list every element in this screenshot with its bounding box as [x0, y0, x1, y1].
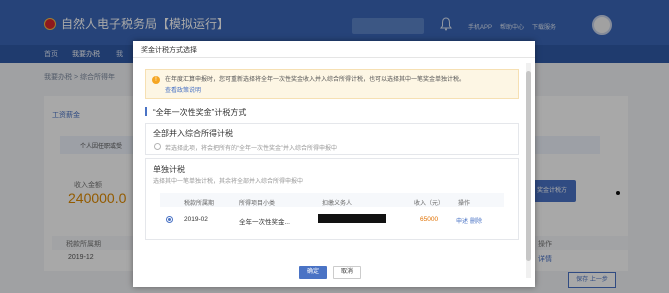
option-combined-radio[interactable]	[154, 143, 161, 150]
option-combined[interactable]: 全部并入综合所得计税 若选择此项，将会把所有的“全年一次性奖金”并入综合所得申报…	[145, 123, 519, 155]
row-apply-link[interactable]: 申述	[456, 216, 468, 225]
row-delete-link[interactable]: 删除	[470, 216, 482, 225]
bonus-tax-method-dialog: 奖金计税方式选择 ! 在年度汇算申报时，您可重新选择将全年一次性奖金收入并入综合…	[133, 41, 535, 287]
dialog-scrollbar-thumb[interactable]	[526, 71, 531, 261]
row-category: 全年一次性奖金...	[239, 219, 290, 226]
dialog-title: 奖金计税方式选择	[141, 47, 197, 54]
ok-button[interactable]: 确定	[299, 266, 327, 279]
col-withholder: 扣缴义务人	[322, 201, 353, 207]
section-marker	[145, 107, 147, 116]
col-income: 收入（元）	[414, 201, 445, 207]
section-title: “全年一次性奖金”计税方式	[153, 108, 247, 117]
redacted-withholder	[318, 214, 386, 223]
warning-icon: !	[152, 76, 160, 84]
cancel-button[interactable]: 取消	[333, 266, 361, 279]
option-separate[interactable]: 单独计税 选择其中一笔单独计税，其余将全部并入综合所得申报中 税款所属期 所得项…	[145, 158, 519, 240]
policy-link[interactable]: 查看政策说明	[165, 85, 201, 94]
dialog-notice-text: 在年度汇算申报时，您可重新选择将全年一次性奖金收入并入综合所得计税，也可以选择其…	[165, 77, 466, 83]
col-action: 操作	[458, 201, 471, 207]
option-separate-title: 单独计税	[153, 165, 185, 174]
option-combined-desc: 若选择此项，将会把所有的“全年一次性奖金”并入综合所得申报中	[165, 146, 337, 152]
option-combined-title: 全部并入综合所得计税	[153, 129, 233, 138]
option-separate-desc: 选择其中一笔单独计税，其余将全部并入综合所得申报中	[153, 179, 304, 185]
row-amount: 65000	[420, 216, 439, 223]
dialog-titlebar: 奖金计税方式选择	[133, 41, 535, 58]
row-period: 2019-02	[184, 216, 208, 223]
col-category: 所得项目小类	[239, 201, 276, 207]
bonus-row-radio[interactable]	[166, 216, 173, 223]
col-period: 税款所属期	[184, 201, 215, 207]
dialog-notice: ! 在年度汇算申报时，您可重新选择将全年一次性奖金收入并入综合所得计税，也可以选…	[145, 69, 519, 99]
